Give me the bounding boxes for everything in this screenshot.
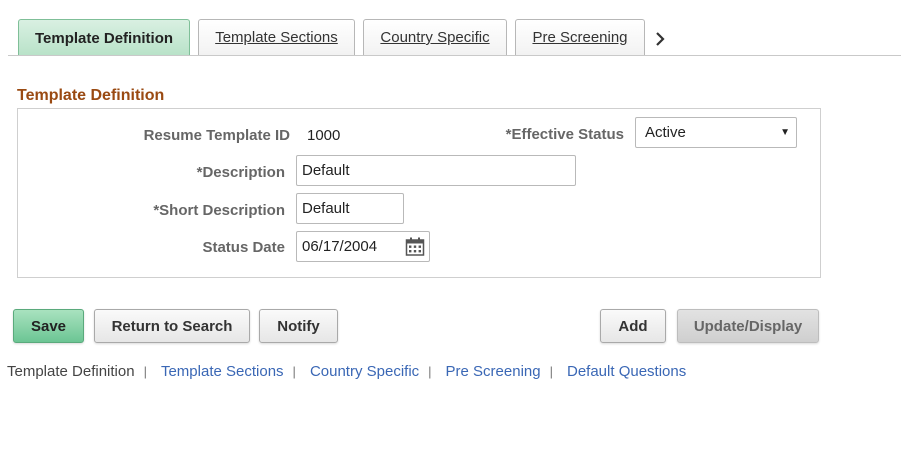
calendar-icon[interactable] [405, 237, 425, 257]
separator: | [143, 364, 147, 379]
effective-status-value: Active [645, 124, 686, 141]
tab-country-specific[interactable]: Country Specific [363, 19, 507, 55]
separator: | [428, 364, 432, 379]
tab-pre-screening[interactable]: Pre Screening [515, 19, 645, 55]
save-button[interactable]: Save [13, 309, 84, 343]
link-pre-screening[interactable]: Pre Screening [446, 363, 541, 380]
link-country-specific[interactable]: Country Specific [310, 363, 419, 380]
tab-bar: Template Definition Template Sections Co… [0, 0, 901, 56]
tab-template-sections-label: Template Sections [215, 29, 338, 46]
return-to-search-button[interactable]: Return to Search [94, 309, 250, 343]
status-date-value: 06/17/2004 [302, 238, 378, 255]
description-label: *Description [196, 164, 285, 181]
chevron-down-icon: ▼ [780, 127, 790, 138]
notify-button[interactable]: Notify [259, 309, 338, 343]
short-description-field[interactable]: Default [296, 193, 404, 224]
status-date-field[interactable]: 06/17/2004 [296, 231, 430, 262]
section-title: Template Definition [17, 87, 165, 104]
resume-template-id-value: 1000 [307, 127, 341, 144]
separator: | [549, 364, 553, 379]
tab-template-definition[interactable]: Template Definition [18, 19, 190, 56]
page-links: Template Definition | Template Sections | Co… [7, 363, 686, 380]
template-definition-group: Resume Template ID 1000 *Effective Statu… [17, 108, 821, 278]
status-date-label: Status Date [202, 239, 285, 256]
resume-template-id-label: Resume Template ID [143, 127, 290, 144]
link-default-questions[interactable]: Default Questions [567, 363, 686, 380]
tab-template-definition-label: Template Definition [34, 29, 174, 47]
link-template-sections[interactable]: Template Sections [161, 363, 284, 380]
description-field[interactable]: Default [296, 155, 576, 186]
description-value: Default [302, 162, 350, 179]
short-description-value: Default [302, 200, 350, 217]
update-display-button[interactable]: Update/Display [677, 309, 819, 343]
separator: | [292, 364, 296, 379]
effective-status-label: *Effective Status [505, 126, 624, 143]
short-description-label: *Short Description [153, 202, 285, 219]
effective-status-select[interactable]: Active ▼ [635, 117, 797, 148]
chevron-right-icon[interactable] [651, 30, 669, 48]
tab-template-sections[interactable]: Template Sections [198, 19, 355, 55]
add-button[interactable]: Add [600, 309, 666, 343]
tab-pre-screening-label: Pre Screening [532, 29, 628, 46]
tab-country-specific-label: Country Specific [380, 29, 490, 46]
tab-divider [8, 55, 901, 56]
current-page-label: Template Definition [7, 363, 135, 380]
